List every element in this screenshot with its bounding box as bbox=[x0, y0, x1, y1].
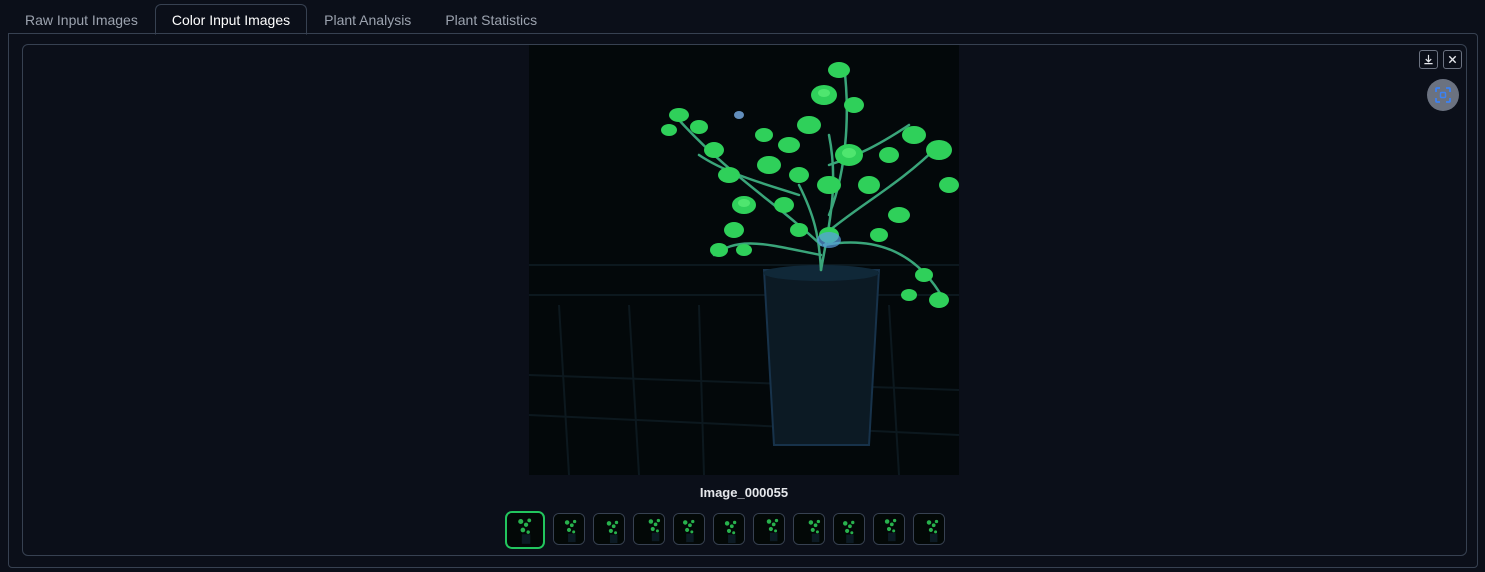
image-caption: Image_000055 bbox=[699, 485, 789, 500]
thumbnail-image bbox=[794, 514, 824, 544]
close-button[interactable] bbox=[1443, 50, 1462, 69]
gallery-thumbnail[interactable] bbox=[633, 513, 665, 545]
thumbnail-image bbox=[914, 514, 944, 544]
fullscreen-icon bbox=[1435, 87, 1451, 103]
gallery-thumbnail[interactable] bbox=[753, 513, 785, 545]
fullscreen-button[interactable] bbox=[1427, 79, 1459, 111]
thumbnail-image bbox=[508, 513, 542, 547]
download-icon bbox=[1424, 54, 1433, 65]
gallery-thumbnail[interactable] bbox=[833, 513, 865, 545]
thumbnail-image bbox=[714, 514, 744, 544]
gallery-thumbnail[interactable] bbox=[593, 513, 625, 545]
gallery-thumbnail[interactable] bbox=[713, 513, 745, 545]
thumbnail-image bbox=[554, 514, 584, 544]
main-image[interactable] bbox=[529, 45, 959, 475]
thumbnail-strip bbox=[505, 511, 945, 549]
tab-plant-analysis[interactable]: Plant Analysis bbox=[307, 4, 428, 34]
thumbnail-image bbox=[754, 514, 784, 544]
thumbnail-image bbox=[674, 514, 704, 544]
close-icon bbox=[1448, 55, 1457, 64]
tab-plant-statistics[interactable]: Plant Statistics bbox=[428, 4, 554, 34]
thumbnail-image bbox=[874, 514, 904, 544]
tab-raw-input-images[interactable]: Raw Input Images bbox=[8, 4, 155, 34]
thumbnail-image bbox=[594, 514, 624, 544]
image-gallery: Image_000055 bbox=[22, 44, 1467, 556]
gallery-thumbnail[interactable] bbox=[673, 513, 705, 545]
tab-panel: Image_000055 bbox=[8, 33, 1478, 568]
tab-bar: Raw Input Images Color Input Images Plan… bbox=[8, 0, 1478, 35]
gallery-thumbnail[interactable] bbox=[553, 513, 585, 545]
plant-image bbox=[529, 45, 959, 475]
gallery-thumbnail[interactable] bbox=[793, 513, 825, 545]
thumbnail-image bbox=[634, 514, 664, 544]
gallery-thumbnail[interactable] bbox=[873, 513, 905, 545]
tab-color-input-images[interactable]: Color Input Images bbox=[154, 4, 308, 35]
gallery-thumbnail[interactable] bbox=[913, 513, 945, 545]
thumbnail-image bbox=[834, 514, 864, 544]
download-button[interactable] bbox=[1419, 50, 1438, 69]
gallery-thumbnail[interactable] bbox=[505, 511, 545, 549]
